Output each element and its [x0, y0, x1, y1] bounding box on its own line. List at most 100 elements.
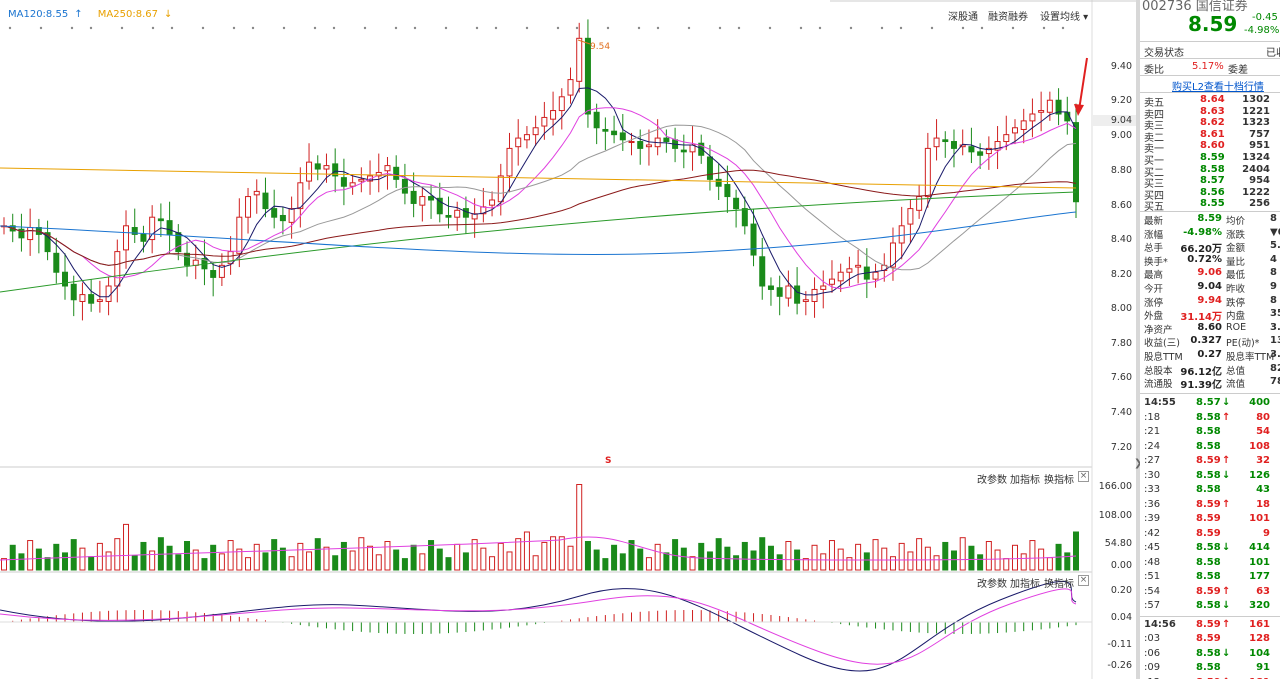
tick-row[interactable]: :18 8.58 ↑ 80 [1140, 412, 1280, 425]
tick-row[interactable]: :24 8.58 108 [1140, 441, 1280, 454]
volume-bar [654, 543, 661, 571]
stat-value: 8.60 [1197, 321, 1222, 333]
candle-body [550, 110, 557, 120]
volume-bar [436, 548, 443, 571]
volume-bar [785, 541, 792, 571]
volume-switch-indicator-button[interactable]: 换指标 [1044, 471, 1074, 486]
volume-params-button[interactable]: 改参数 [977, 471, 1007, 486]
tick-row[interactable]: :51 8.58 177 [1140, 571, 1280, 584]
volume-bar [419, 553, 426, 571]
tick-row[interactable]: 14:56 8.59 ↑ 161 [1140, 619, 1280, 632]
candle-body [611, 130, 618, 136]
macd-add-indicator-button[interactable]: 加指标 [1010, 575, 1040, 590]
volume-bar [689, 556, 696, 571]
signal-dot [39, 26, 43, 30]
volume-bar [166, 545, 173, 571]
tick-row[interactable]: :36 8.59 ↑ 18 [1140, 499, 1280, 512]
stat-label: 净资产 [1144, 324, 1173, 336]
tick-price: 8.57 [1196, 397, 1221, 408]
ma120-legend: MA120:8.55 ↑ [8, 9, 89, 20]
candle-body [53, 252, 60, 273]
ma-settings-button[interactable]: 设置均线 ▾ [1040, 8, 1088, 23]
kline-chart-svg[interactable] [0, 0, 1136, 679]
tick-row[interactable]: :09 8.58 91 [1140, 662, 1280, 675]
trade-status-label: 交易状态 [1144, 48, 1184, 59]
stat-value-2: ▼0 [1270, 226, 1280, 238]
volume-bar [340, 541, 347, 571]
tick-row[interactable]: :03 8.59 128 [1140, 633, 1280, 646]
volume-bar [53, 543, 60, 571]
tick-row[interactable]: :30 8.58 ↓ 126 [1140, 470, 1280, 483]
volume-bar [297, 542, 304, 571]
hk-connect-button[interactable]: 深股通 [948, 8, 978, 23]
volume-bar [733, 555, 740, 571]
candle-body [1020, 120, 1027, 130]
tick-row[interactable]: :33 8.58 43 [1140, 484, 1280, 497]
kline-chart-area[interactable]: MA120:8.55 ↑ MA250:8.67 ↓ 深股通 融资融券 设置均线 ▾ … [0, 0, 1136, 679]
candle-body [445, 214, 452, 218]
signal-dot [251, 26, 255, 30]
candle-body [733, 197, 740, 210]
tick-row[interactable]: 14:55 8.57 ↓ 400 [1140, 397, 1280, 410]
margin-trading-button[interactable]: 融资融券 [988, 8, 1028, 23]
tick-row[interactable]: :45 8.58 ↓ 414 [1140, 542, 1280, 555]
orderbook-row-buy[interactable]: 买五 8.55 256 [1140, 198, 1280, 213]
tick-row[interactable]: :48 8.58 101 [1140, 557, 1280, 570]
tick-row[interactable]: :54 8.59 ↑ 63 [1140, 586, 1280, 599]
volume-bar [637, 548, 644, 571]
volume-bar [515, 538, 522, 571]
price-axis-label: 7.60 [1110, 372, 1132, 383]
candle-body [96, 299, 103, 302]
stats-row: 最新 8.59 均价 8 [1140, 213, 1280, 227]
tick-row[interactable]: :27 8.59 ↑ 32 [1140, 455, 1280, 468]
tick-row[interactable]: :21 8.58 54 [1140, 426, 1280, 439]
buy-l2-link[interactable]: 购买L2查看十档行情 [1172, 78, 1264, 93]
candle-body [88, 294, 95, 304]
stat-label-2: 流值 [1226, 379, 1246, 391]
candle-body [593, 111, 600, 129]
candle-body [558, 96, 565, 112]
tick-row[interactable]: :42 8.59 9 [1140, 528, 1280, 541]
stat-label: 最高 [1144, 270, 1164, 282]
volume-add-indicator-button[interactable]: 加指标 [1010, 471, 1040, 486]
tick-row[interactable]: :06 8.58 ↓ 104 [1140, 648, 1280, 661]
signal-dot [980, 26, 984, 30]
signal-dot [282, 26, 286, 30]
signal-dot [656, 26, 660, 30]
volume-bar [828, 540, 835, 571]
volume-bar [863, 552, 870, 571]
tick-volume: 101 [1249, 556, 1270, 568]
tick-time: :33 [1144, 484, 1161, 495]
signal-dot [394, 26, 398, 30]
price-axis-label: 9.00 [1110, 130, 1132, 141]
tick-row[interactable]: :39 8.59 101 [1140, 513, 1280, 526]
volume-bar [759, 537, 766, 571]
ma10-line [3, 107, 1077, 290]
ma-settings-label: 设置均线 [1040, 12, 1080, 23]
candle-body [872, 271, 879, 280]
tick-time: :39 [1144, 513, 1161, 524]
candle-body [741, 208, 748, 227]
volume-close-icon[interactable]: × [1078, 471, 1089, 482]
volume-bar [898, 542, 905, 571]
price-axis-label: 7.20 [1110, 442, 1132, 453]
candle-body [210, 270, 217, 278]
macd-switch-indicator-button[interactable]: 换指标 [1044, 575, 1074, 590]
volume-bar [210, 544, 217, 571]
volume-bar [105, 551, 112, 571]
volume-bar [367, 545, 374, 571]
tick-time: :21 [1144, 426, 1161, 437]
macd-axis-label: -0.11 [1107, 639, 1132, 650]
trade-status-value: 已收 [1266, 48, 1280, 59]
tick-time: :57 [1144, 600, 1161, 611]
candle-body [428, 196, 435, 201]
candle-body [950, 141, 957, 149]
tick-row[interactable]: :57 8.58 ↓ 320 [1140, 600, 1280, 613]
orderbook-price: 8.63 [1200, 105, 1225, 117]
macd-params-button[interactable]: 改参数 [977, 575, 1007, 590]
tick-volume: 108 [1249, 440, 1270, 452]
macd-close-icon[interactable]: × [1078, 575, 1089, 586]
volume-bar [279, 547, 286, 571]
tick-time: :54 [1144, 585, 1161, 597]
volume-bar [994, 549, 1001, 571]
